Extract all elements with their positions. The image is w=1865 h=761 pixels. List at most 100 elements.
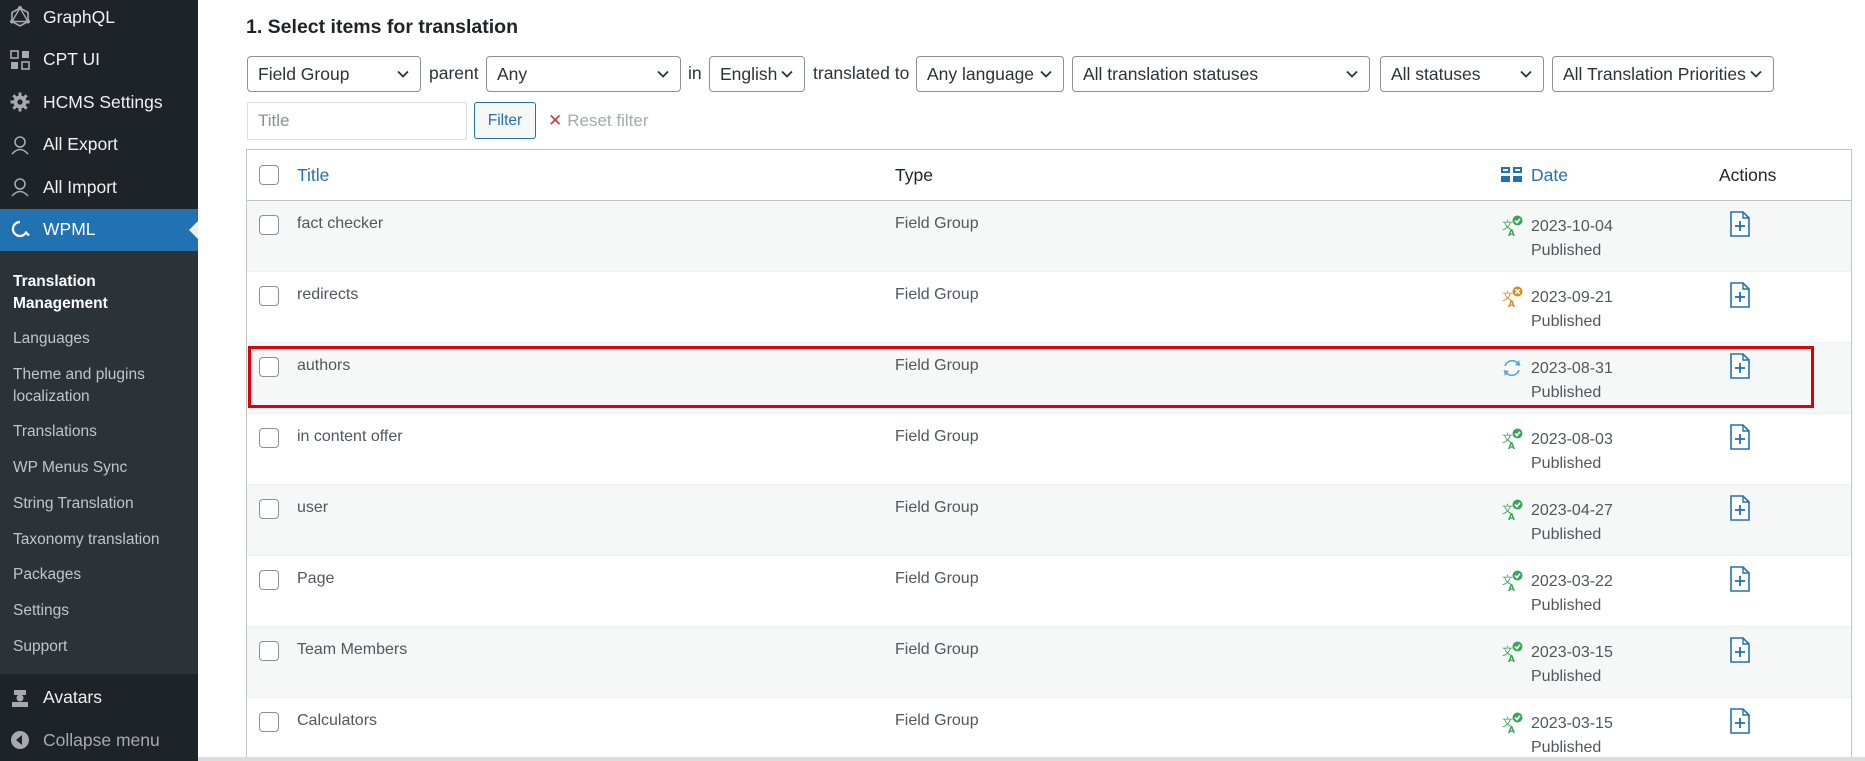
chevron-down-icon <box>1520 70 1532 78</box>
table-row: authors Field Group 2023-08-31 Published <box>247 343 1851 414</box>
row-checkbox[interactable] <box>259 641 279 661</box>
menu-item-hcms-settings[interactable]: HCMS Settings <box>0 81 198 124</box>
chevron-down-icon <box>1346 70 1358 78</box>
row-checkbox[interactable] <box>259 570 279 590</box>
translated-icon[interactable]: 文A <box>1501 570 1525 594</box>
add-translation-icon[interactable] <box>1729 282 1753 310</box>
language-grid-icon <box>1501 167 1523 188</box>
submenu-string-translation[interactable]: String Translation <box>0 486 198 522</box>
status-select[interactable]: All statuses <box>1380 56 1544 92</box>
add-translation-icon[interactable] <box>1729 211 1753 239</box>
row-date-value: 2023-08-31 <box>1531 360 1613 377</box>
language-select[interactable]: English <box>709 56 805 92</box>
filter-button[interactable]: Filter <box>474 102 536 139</box>
row-status: Published <box>1531 384 1602 401</box>
row-date-value: 2023-03-15 <box>1531 715 1613 732</box>
submenu-theme-plugins-localization[interactable]: Theme and plugins localization <box>0 357 198 414</box>
row-title: in content offer <box>297 428 403 445</box>
reset-filter-link[interactable]: ✕ Reset filter <box>548 111 649 131</box>
title-search-input[interactable]: Title <box>247 102 467 140</box>
menu-item-graphql[interactable]: GraphQL <box>0 0 198 39</box>
add-translation-icon[interactable] <box>1729 637 1753 665</box>
main-content: 1. Select items for translation Field Gr… <box>198 0 1865 761</box>
translated-icon[interactable]: 文A <box>1501 499 1525 523</box>
translated-icon[interactable]: 文A <box>1501 215 1525 239</box>
row-checkbox[interactable] <box>259 286 279 306</box>
row-date: 2023-08-31 Published <box>1531 357 1613 405</box>
row-checkbox[interactable] <box>259 428 279 448</box>
menu-label: Collapse menu <box>43 729 160 750</box>
actions-column-header: Actions <box>1719 165 1777 185</box>
add-translation-icon[interactable] <box>1729 424 1753 452</box>
collapse-icon <box>8 728 32 752</box>
menu-item-all-export[interactable]: All Export <box>0 124 198 167</box>
submenu-settings[interactable]: Settings <box>0 593 198 629</box>
submenu-support[interactable]: Support <box>0 629 198 665</box>
parent-select[interactable]: Any <box>486 56 681 92</box>
translated-icon[interactable]: 文A <box>1501 428 1525 452</box>
row-type: Field Group <box>895 215 979 232</box>
row-type: Field Group <box>895 428 979 445</box>
add-translation-icon[interactable] <box>1729 708 1753 736</box>
parent-select-value: Any <box>497 63 528 84</box>
row-status: Published <box>1531 313 1602 330</box>
type-select[interactable]: Field Group <box>247 56 421 92</box>
date-column-header[interactable]: Date <box>1531 165 1568 186</box>
chevron-down-icon <box>657 70 669 78</box>
menu-label: All Export <box>43 134 118 155</box>
menu-item-all-import[interactable]: All Import <box>0 166 198 209</box>
reset-filter-label: Reset filter <box>567 111 649 130</box>
priority-select[interactable]: All Translation Priorities <box>1552 56 1774 92</box>
menu-item-wpml[interactable]: WPML <box>0 208 198 251</box>
menu-item-avatars[interactable]: Avatars <box>0 676 198 719</box>
row-date-value: 2023-08-03 <box>1531 431 1613 448</box>
export-icon <box>8 133 32 157</box>
needs-update-icon[interactable]: 文A <box>1501 286 1525 310</box>
row-type: Field Group <box>895 712 979 729</box>
submenu-languages[interactable]: Languages <box>0 321 198 357</box>
in-progress-icon[interactable] <box>1501 357 1525 381</box>
submenu-packages[interactable]: Packages <box>0 557 198 593</box>
translation-status-select-value: All translation statuses <box>1083 63 1259 84</box>
row-checkbox[interactable] <box>259 712 279 732</box>
add-translation-icon[interactable] <box>1729 495 1753 523</box>
row-checkbox[interactable] <box>259 215 279 235</box>
close-icon: ✕ <box>548 111 563 130</box>
type-column-header: Type <box>895 165 933 185</box>
row-date-value: 2023-09-21 <box>1531 289 1613 306</box>
add-translation-icon[interactable] <box>1729 566 1753 594</box>
chevron-down-icon <box>1040 70 1052 78</box>
row-status: Published <box>1531 739 1602 756</box>
target-language-select[interactable]: Any language <box>916 56 1064 92</box>
translated-icon[interactable]: 文A <box>1501 641 1525 665</box>
row-type: Field Group <box>895 570 979 587</box>
table-row: in content offer Field Group 文A 2023-08-… <box>247 414 1851 485</box>
title-column-header[interactable]: Title <box>297 165 329 186</box>
parent-label: parent <box>429 63 479 83</box>
admin-sidebar: GraphQL CPT UI HCMS Settings All Export … <box>0 0 198 761</box>
submenu-taxonomy-translation[interactable]: Taxonomy translation <box>0 522 198 558</box>
row-date: 2023-10-04 Published <box>1531 215 1613 263</box>
submenu-wp-menus-sync[interactable]: WP Menus Sync <box>0 450 198 486</box>
table-header: Title Type Date Actions <box>247 150 1851 201</box>
collapse-menu-button[interactable]: Collapse menu <box>0 719 198 761</box>
select-all-checkbox[interactable] <box>259 165 279 185</box>
row-status: Published <box>1531 455 1602 472</box>
svg-text:A: A <box>1508 584 1515 592</box>
in-label: in <box>688 63 702 83</box>
menu-item-cpt-ui[interactable]: CPT UI <box>0 39 198 82</box>
row-title: user <box>297 499 329 516</box>
menu-label: HCMS Settings <box>43 91 163 112</box>
translation-status-select[interactable]: All translation statuses <box>1072 56 1370 92</box>
add-translation-icon[interactable] <box>1729 353 1753 381</box>
row-type: Field Group <box>895 641 979 658</box>
row-type: Field Group <box>895 499 979 516</box>
language-select-value: English <box>720 63 778 84</box>
submenu-translation-management[interactable]: Translation Management <box>0 271 198 321</box>
items-table: Title Type Date Actions fact checker Fie… <box>246 149 1852 761</box>
translated-icon[interactable]: 文A <box>1501 712 1525 736</box>
submenu-translations[interactable]: Translations <box>0 414 198 450</box>
row-checkbox[interactable] <box>259 357 279 377</box>
row-status: Published <box>1531 242 1602 259</box>
row-checkbox[interactable] <box>259 499 279 519</box>
